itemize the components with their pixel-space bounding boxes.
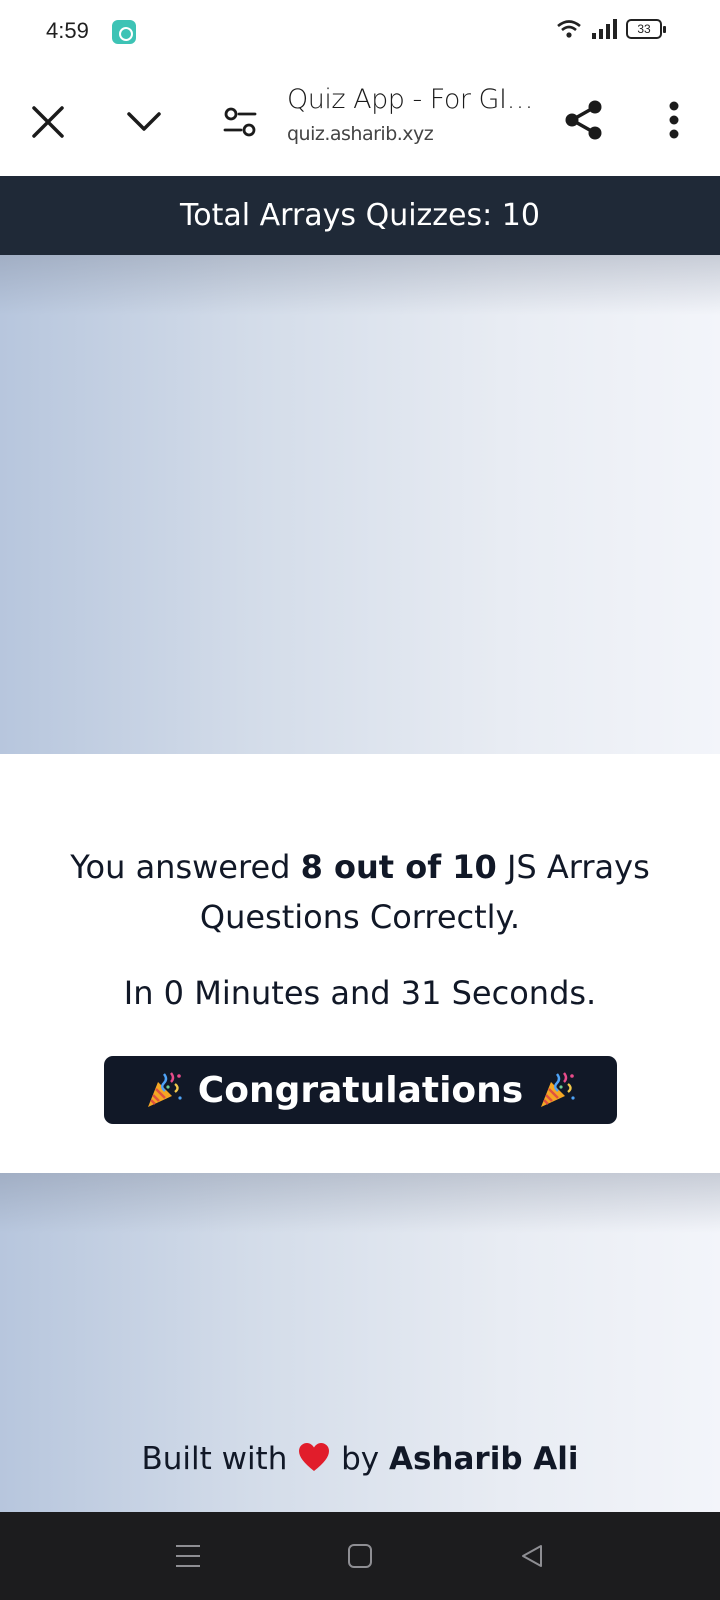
status-time: 4:59 xyxy=(46,18,89,43)
footer-built-with: Built with xyxy=(141,1441,288,1477)
result-score: 8 out of 10 xyxy=(300,848,497,886)
chevron-down-icon xyxy=(127,112,161,131)
address-bar[interactable]: Quiz App - For GIAI... quiz.asharib.xyz xyxy=(287,84,547,145)
site-settings-button[interactable] xyxy=(216,98,264,146)
close-button[interactable] xyxy=(24,98,72,146)
result-prefix: You answered xyxy=(70,848,301,886)
result-card: You answered 8 out of 10 JS Arrays Quest… xyxy=(0,754,720,1173)
status-bar: 4:59 33 xyxy=(0,0,720,62)
back-button[interactable] xyxy=(512,1536,552,1576)
share-button[interactable] xyxy=(560,96,608,144)
share-icon xyxy=(565,100,602,140)
footer-credit: Built with by Asharib Ali xyxy=(0,1440,720,1477)
result-time: In 0 Minutes and 31 Seconds. xyxy=(123,974,597,1012)
minimize-button[interactable] xyxy=(120,98,168,146)
footer-author: Asharib Ali xyxy=(388,1441,579,1477)
result-summary: You answered 8 out of 10 JS Arrays Quest… xyxy=(40,842,680,942)
home-button[interactable] xyxy=(340,1536,380,1576)
more-vert-icon xyxy=(669,101,679,139)
quiz-header-title: Total Arrays Quizzes: 10 xyxy=(180,198,540,233)
app-notification-icon xyxy=(112,20,136,44)
page-title: Quiz App - For GIAI... xyxy=(287,84,547,115)
close-icon xyxy=(32,106,64,138)
party-popper-icon xyxy=(147,1072,182,1107)
battery-icon: 33 xyxy=(626,19,666,39)
party-popper-icon xyxy=(541,1072,575,1107)
recent-apps-button[interactable] xyxy=(168,1536,208,1576)
background-panel-top xyxy=(0,255,720,754)
wifi-icon xyxy=(557,20,581,38)
signal-icon xyxy=(592,19,617,39)
browser-toolbar: Quiz App - For GIAI... quiz.asharib.xyz xyxy=(0,62,720,176)
menu-icon xyxy=(176,1545,200,1567)
footer-by: by xyxy=(341,1441,380,1477)
congratulations-button[interactable]: Congratulations xyxy=(104,1056,617,1124)
congratulations-label: Congratulations xyxy=(197,1069,524,1111)
quiz-header: Total Arrays Quizzes: 10 xyxy=(0,176,720,255)
status-indicators: 33 xyxy=(556,18,666,40)
system-navigation-bar xyxy=(0,1512,720,1600)
heart-icon xyxy=(299,1443,330,1471)
back-triangle-icon xyxy=(522,1545,542,1567)
page-url: quiz.asharib.xyz xyxy=(287,123,434,145)
more-options-button[interactable] xyxy=(650,96,698,144)
tune-icon xyxy=(223,107,257,137)
home-square-icon xyxy=(348,1544,372,1568)
